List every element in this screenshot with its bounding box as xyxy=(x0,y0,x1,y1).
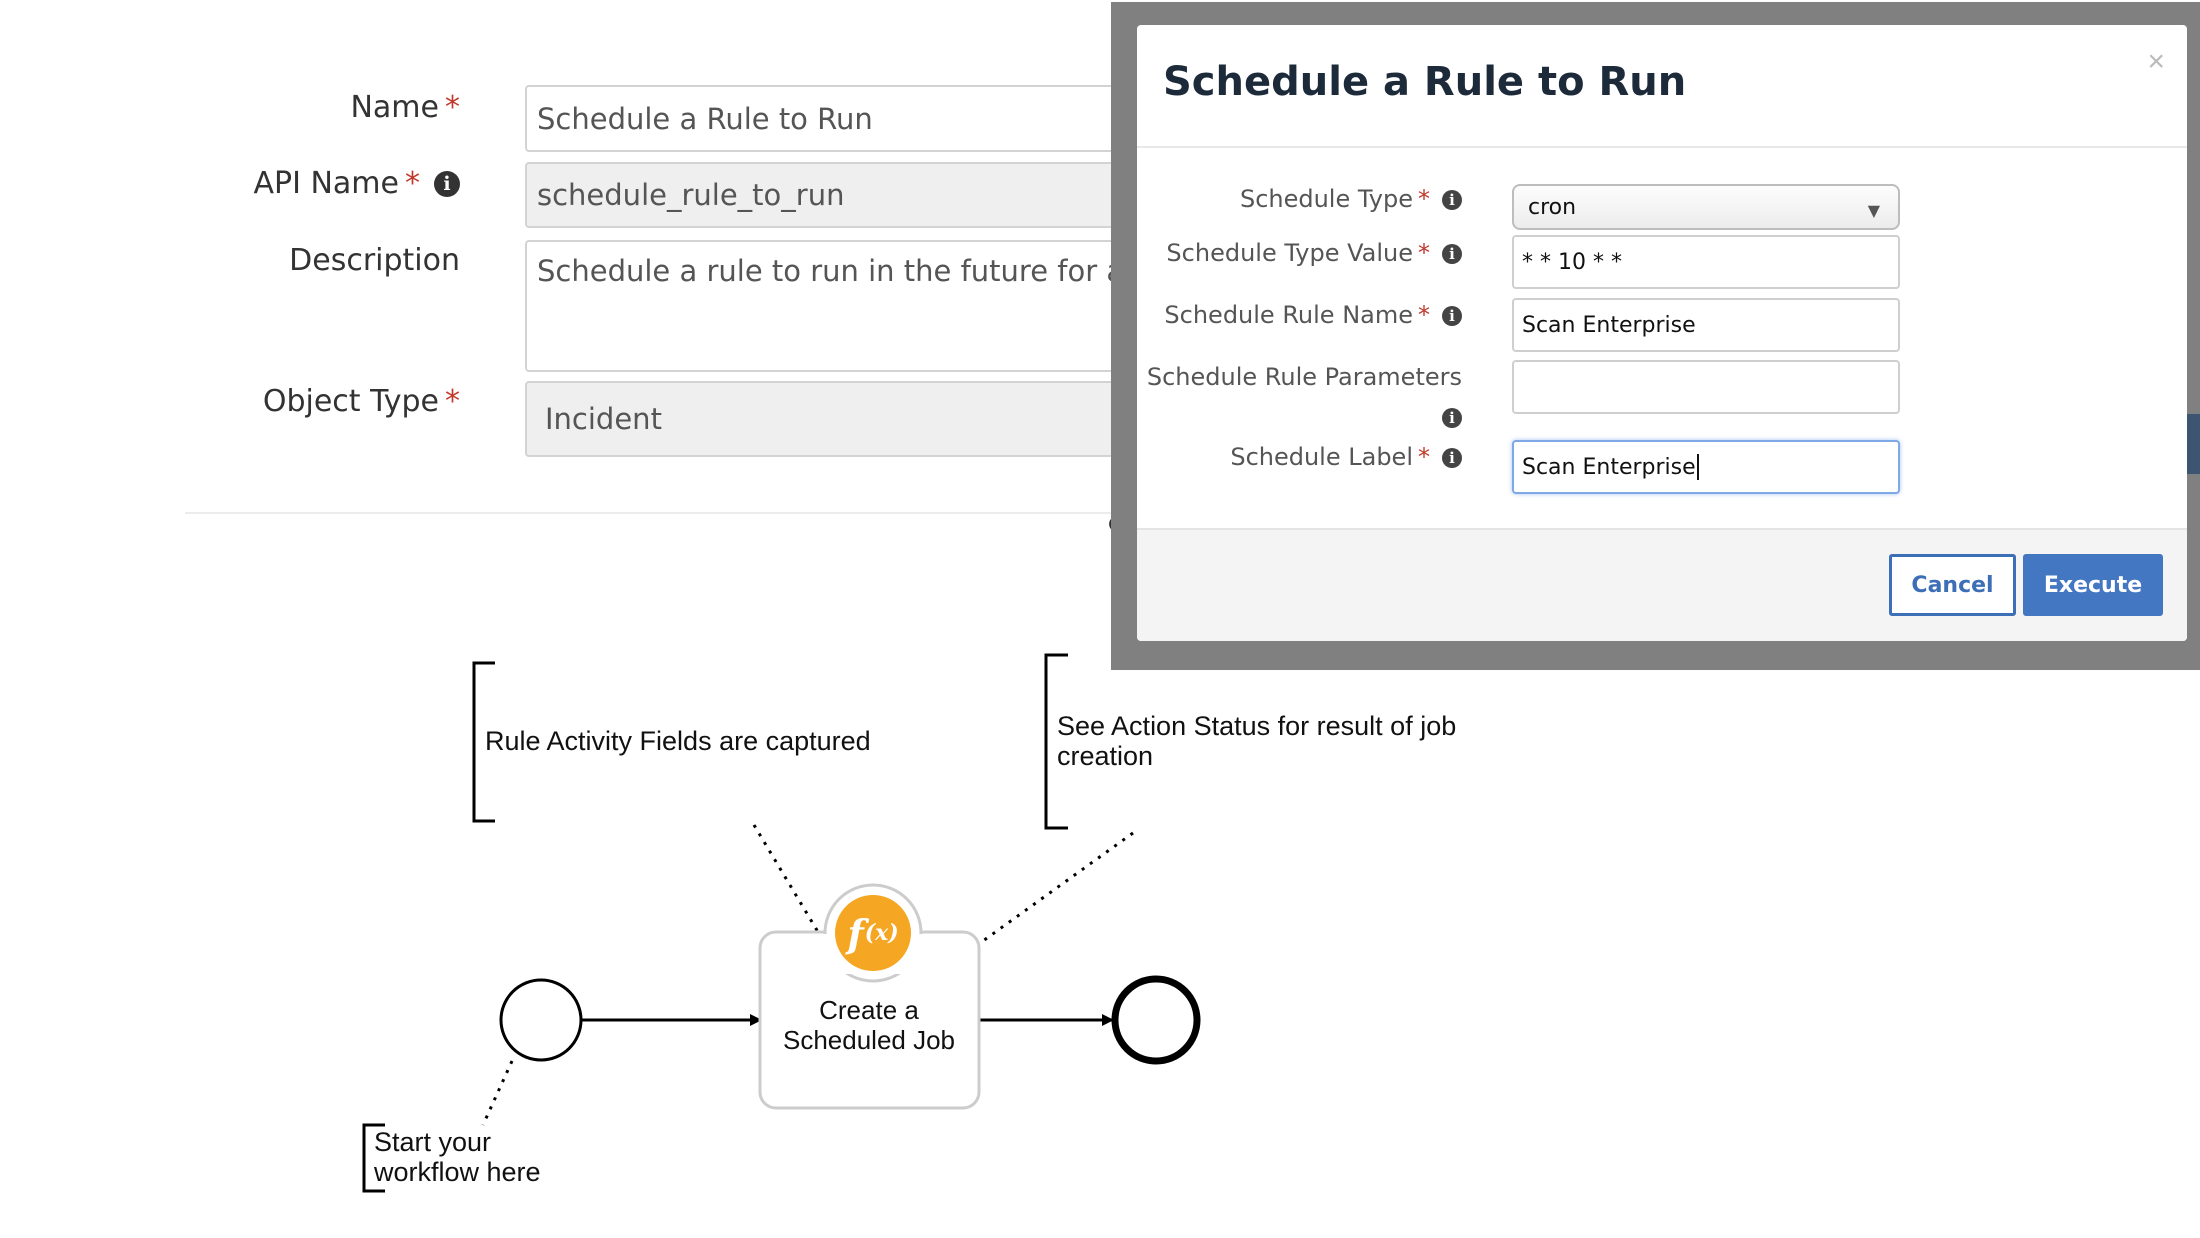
name-input[interactable]: Schedule a Rule to Run xyxy=(525,85,1125,152)
text-cursor xyxy=(1696,454,1699,480)
annotation-rule-activity: Rule Activity Fields are captured xyxy=(485,726,871,756)
task-label: Create a Scheduled Job xyxy=(760,995,978,1055)
schedule-type-select[interactable]: cron ▼ xyxy=(1512,184,1900,230)
required-marker: * xyxy=(445,384,460,419)
required-marker: * xyxy=(1418,239,1430,267)
schedule-type-value-label: Schedule Type Value * i xyxy=(1166,239,1462,267)
object-type-label-text: Object Type xyxy=(262,384,439,419)
schedule-type-value: cron xyxy=(1528,194,1577,220)
schedule-label-input[interactable]: Scan Enterprise xyxy=(1512,440,1900,494)
form-divider xyxy=(185,512,1120,514)
schedule-type-label-text: Schedule Type xyxy=(1239,185,1413,213)
description-textarea-value: Schedule a rule to run in the future for… xyxy=(537,254,1125,288)
required-marker: * xyxy=(405,166,420,201)
schedule-type-label: Schedule Type * i xyxy=(1240,185,1462,213)
close-icon[interactable]: × xyxy=(2147,45,2165,79)
task-label-line1: Create a xyxy=(819,995,919,1025)
annotation-start-line1: Start your xyxy=(374,1127,492,1157)
schedule-rule-parameters-label: Schedule Rule Parameters xyxy=(1147,363,1462,391)
info-icon[interactable]: i xyxy=(1442,244,1462,264)
start-event xyxy=(499,978,583,1062)
annotation-action-status: See Action Status for result of job crea… xyxy=(1057,711,1456,771)
function-icon-f: f xyxy=(847,910,864,956)
schedule-label-label-text: Schedule Label xyxy=(1230,443,1413,471)
api-name-input[interactable]: schedule_rule_to_run xyxy=(525,162,1125,228)
description-label: Description xyxy=(289,243,460,278)
annotation-action-status-line1: See Action Status for result of job xyxy=(1057,711,1457,741)
function-icon-x: (x) xyxy=(864,920,899,946)
modal-title: Schedule a Rule to Run xyxy=(1163,59,1687,105)
task-label-line2: Scheduled Job xyxy=(782,1025,956,1055)
api-name-label: API Name * i xyxy=(253,166,460,201)
object-type-value: Incident xyxy=(545,402,662,436)
schedule-rule-name-label-text: Schedule Rule Name xyxy=(1164,301,1413,329)
schedule-type-value-text: * * 10 * * xyxy=(1522,249,1622,275)
function-icon: f (x) xyxy=(835,895,911,971)
api-name-input-value: schedule_rule_to_run xyxy=(537,178,845,212)
description-label-text: Description xyxy=(289,243,460,278)
name-label-text: Name xyxy=(350,90,439,125)
info-icon[interactable]: i xyxy=(434,171,460,197)
annotation-start: Start your workflow here xyxy=(374,1127,541,1187)
schedule-label-value: Scan Enterprise xyxy=(1522,454,1696,480)
association-start xyxy=(481,1060,514,1126)
info-icon[interactable]: i xyxy=(1442,408,1462,428)
annotation-start-line2: workflow here xyxy=(374,1157,541,1187)
description-textarea[interactable]: Schedule a rule to run in the future for… xyxy=(525,240,1125,372)
info-icon[interactable]: i xyxy=(1442,448,1462,468)
required-marker: * xyxy=(1418,301,1430,329)
object-type-label: Object Type * xyxy=(263,384,460,419)
schedule-rule-parameters-input[interactable] xyxy=(1512,360,1900,414)
background-panel-edge xyxy=(2186,414,2200,474)
schedule-rule-name-value: Scan Enterprise xyxy=(1522,312,1696,338)
modal-header-divider xyxy=(1137,146,2187,148)
schedule-rule-name-label: Schedule Rule Name * i xyxy=(1164,301,1462,329)
required-marker: * xyxy=(445,90,460,125)
cancel-button[interactable]: Cancel xyxy=(1889,554,2016,616)
info-icon[interactable]: i xyxy=(1442,190,1462,210)
schedule-label-label: Schedule Label * i xyxy=(1230,443,1462,471)
chevron-down-icon: ▼ xyxy=(1867,201,1880,220)
api-name-label-text: API Name xyxy=(253,166,399,201)
association-rule-activity xyxy=(752,824,820,933)
schedule-type-value-label-text: Schedule Type Value xyxy=(1166,239,1413,267)
required-marker: * xyxy=(1418,185,1430,213)
schedule-rule-parameters-info: i xyxy=(1430,403,1462,431)
schedule-rule-name-input[interactable]: Scan Enterprise xyxy=(1512,298,1900,352)
schedule-rule-modal: Schedule a Rule to Run × Schedule Type * i… xyxy=(1137,25,2187,641)
schedule-type-value-input[interactable]: * * 10 * * xyxy=(1512,235,1900,289)
info-icon[interactable]: i xyxy=(1442,306,1462,326)
end-event xyxy=(1111,975,1201,1065)
execute-button[interactable]: Execute xyxy=(2023,554,2163,616)
annotation-action-status-line2: creation xyxy=(1057,741,1154,771)
name-input-value: Schedule a Rule to Run xyxy=(537,101,873,136)
schedule-rule-parameters-label-text: Schedule Rule Parameters xyxy=(1146,363,1462,391)
object-type-select[interactable]: Incident xyxy=(525,381,1125,457)
name-label: Name * xyxy=(350,90,460,125)
required-marker: * xyxy=(1418,443,1430,471)
association-action-status xyxy=(975,831,1134,948)
